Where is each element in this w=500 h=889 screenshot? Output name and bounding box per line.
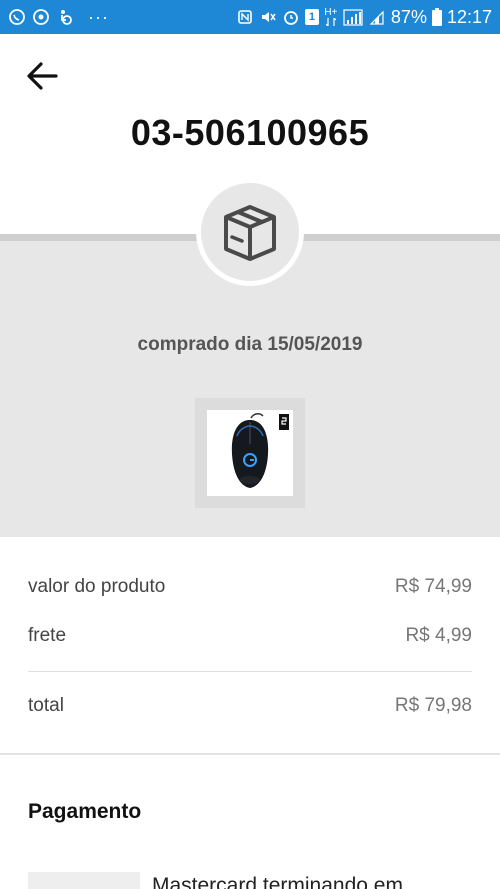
arrow-left-icon (27, 62, 58, 90)
payment-title: Pagamento (28, 800, 142, 823)
card-logo (28, 872, 140, 889)
order-status-badge (196, 178, 304, 286)
package-box-icon (224, 205, 276, 261)
section-divider (0, 753, 500, 755)
summary-divider (28, 671, 472, 672)
battery-icon (431, 8, 442, 26)
gaming-mouse-image (231, 413, 289, 488)
sim-icon: 1 (304, 9, 319, 25)
back-button[interactable] (22, 58, 62, 94)
signal-icon (343, 8, 363, 26)
network-type-label: H+ (324, 7, 338, 18)
nfc-icon (236, 8, 254, 26)
total-label: total (28, 695, 64, 716)
purchase-date: comprado dia 15/05/2019 (137, 334, 363, 355)
network-icon: H+ (324, 8, 338, 26)
product-thumbnail[interactable] (195, 398, 305, 508)
accessibility-icon (56, 8, 74, 26)
status-bar-left: ··· (8, 8, 109, 26)
status-bar-right: 1 H+ 87% 12:17 (236, 7, 492, 28)
alarm-icon (282, 8, 300, 26)
shipping-label: frete (28, 625, 67, 646)
whatsapp-icon (8, 8, 26, 26)
signal-bars-icon (368, 8, 386, 26)
notification-dots: ··· (88, 7, 109, 27)
shipping-value: R$ 4,99 (405, 625, 472, 646)
mute-icon (259, 8, 277, 26)
product-image (207, 410, 293, 496)
total-row: total R$ 79,98 (28, 695, 472, 717)
total-value: R$ 79,98 (394, 695, 472, 716)
status-bar: ··· 1 H+ 87% 12:17 (0, 0, 500, 34)
clock: 12:17 (446, 6, 492, 27)
battery-percent: 87% (390, 6, 427, 27)
shipping-row: frete R$ 4,99 (28, 625, 472, 647)
sync-icon (32, 8, 50, 26)
product-value-row: valor do produto R$ 74,99 (28, 576, 472, 598)
product-value: R$ 74,99 (394, 576, 472, 597)
card-description: Mastercard terminando em (152, 874, 403, 889)
order-number: 03-506100965 (130, 112, 370, 153)
product-value-label: valor do produto (28, 576, 166, 597)
